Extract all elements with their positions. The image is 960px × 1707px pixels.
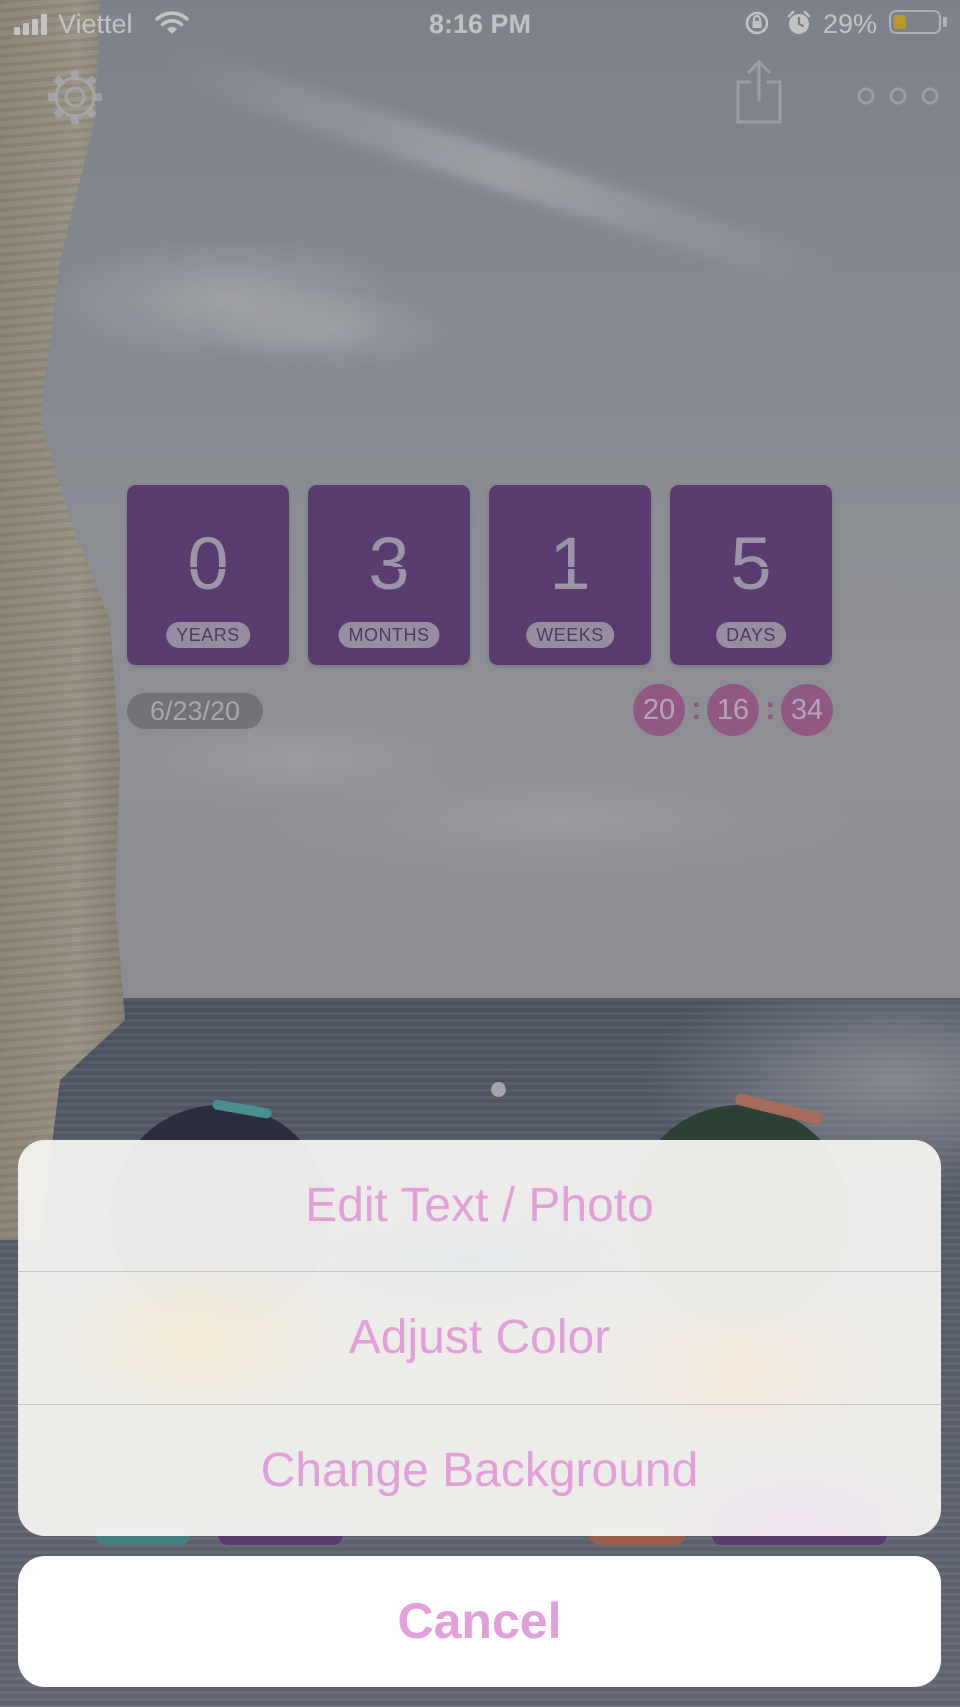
action-sheet: Edit Text / Photo Adjust Color Change Ba… [18,1140,941,1536]
cancel-button[interactable]: Cancel [18,1556,941,1687]
adjust-color-button[interactable]: Adjust Color [18,1272,941,1404]
change-background-button[interactable]: Change Background [18,1405,941,1536]
edit-text-photo-button[interactable]: Edit Text / Photo [18,1140,941,1272]
